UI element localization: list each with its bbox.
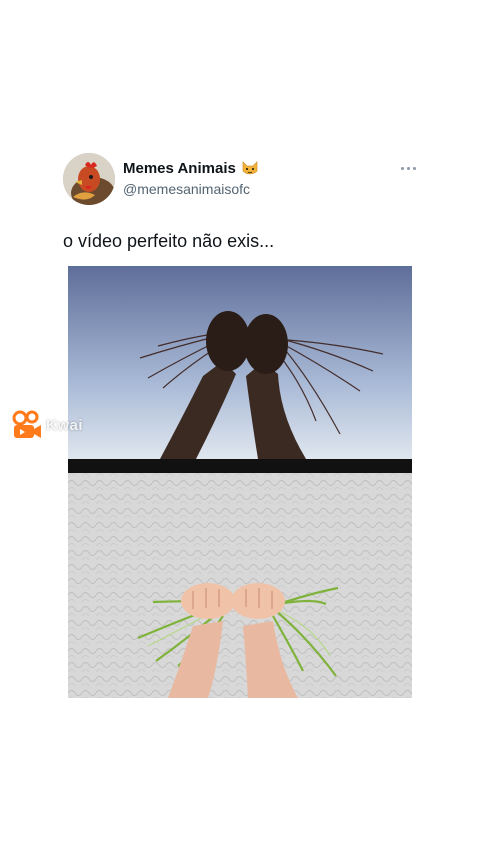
kwai-watermark: Kwai [12,410,83,440]
cat-face-icon [242,160,258,174]
kwai-logo-icon [12,410,41,438]
rooster-avatar-image [63,153,115,205]
tweet-media[interactable] [68,266,412,698]
more-options-icon[interactable] [398,160,418,176]
author-name-text: Memes Animais [123,160,236,177]
kwai-watermark-text: Kwai [46,416,84,434]
author-name[interactable]: Memes Animais [123,160,259,177]
top-video-panel [68,266,412,459]
video-divider [68,459,412,473]
author-handle[interactable]: @memesanimaisofc [123,181,250,197]
tweet-text: o vídeo perfeito não exis... [63,231,275,251]
bottom-video-panel [68,473,412,698]
avatar[interactable] [63,153,115,205]
tweet-card: Memes Animais @memesanimaisofc o vídeo p… [0,0,480,854]
video-frame [68,266,412,698]
